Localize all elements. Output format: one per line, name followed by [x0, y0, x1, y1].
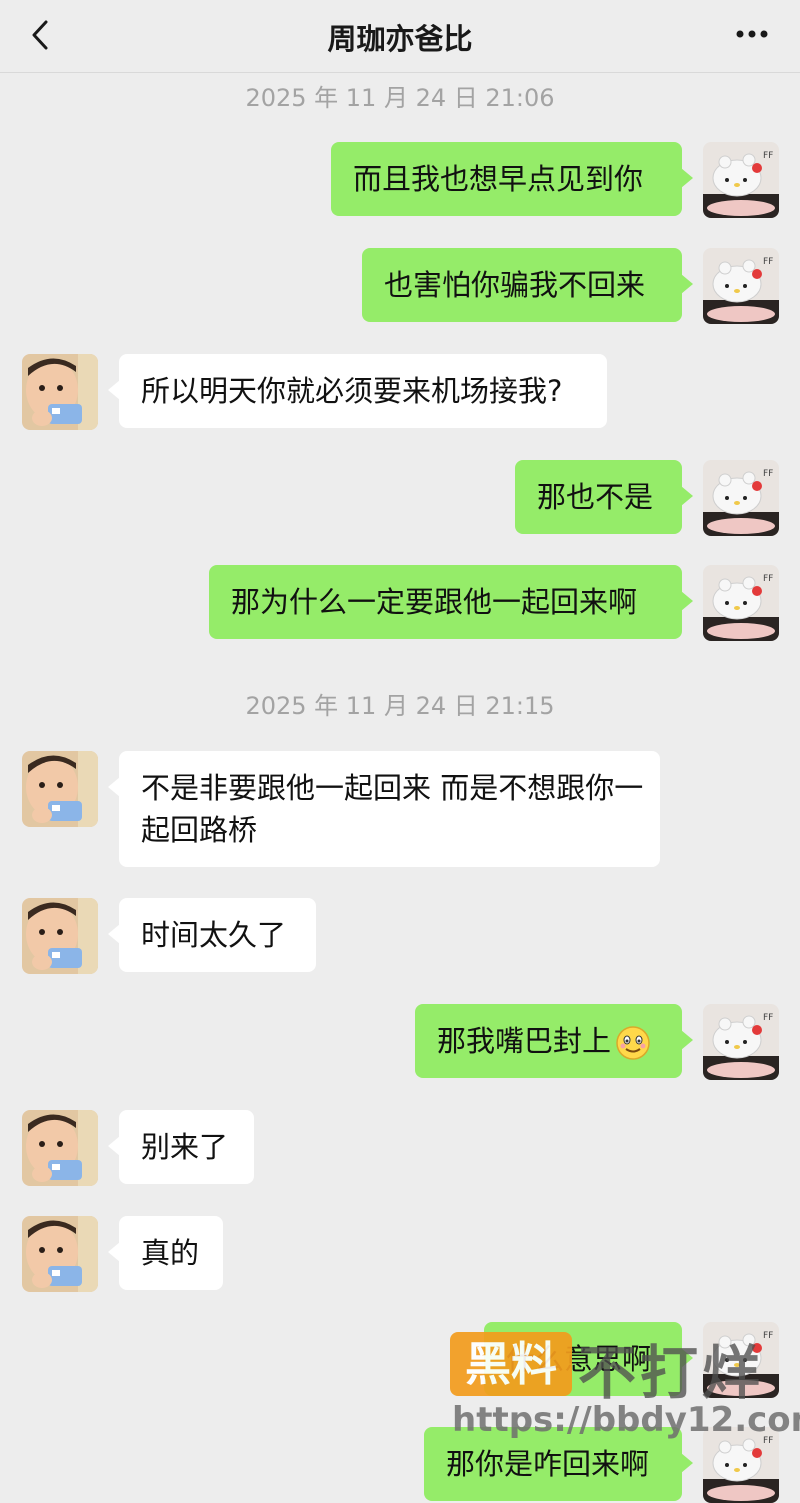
message-bubble-received[interactable]: 真的: [108, 1216, 223, 1290]
more-options-icon[interactable]: [732, 22, 772, 46]
contact-avatar[interactable]: [22, 1216, 98, 1292]
message-bubble-received[interactable]: 不是非要跟他一起回来 而是不想跟你一起回路桥: [108, 751, 660, 867]
watermark-url: https://bbdy12.com: [452, 1400, 800, 1440]
message-text: 那也不是: [537, 480, 654, 514]
my-avatar[interactable]: [703, 1004, 779, 1080]
message-bubble-sent[interactable]: 而且我也想早点见到你: [331, 142, 693, 216]
contact-avatar[interactable]: [22, 898, 98, 974]
my-avatar[interactable]: [703, 460, 779, 536]
my-avatar[interactable]: [703, 248, 779, 324]
watermark-logo: 黑料: [450, 1332, 572, 1396]
message-text: 而且我也想早点见到你: [353, 162, 644, 196]
chat-header: 周珈亦爸比: [0, 0, 800, 73]
contact-avatar[interactable]: [22, 1110, 98, 1186]
message-bubble-sent[interactable]: 那为什么一定要跟他一起回来啊: [209, 565, 693, 639]
message-text: 别来了: [141, 1130, 229, 1164]
message-text: 也害怕你骗我不回来: [384, 268, 646, 302]
message-text: 所以明天你就必须要来机场接我?: [141, 374, 563, 408]
message-bubble-received[interactable]: 所以明天你就必须要来机场接我?: [108, 354, 607, 428]
message-bubble-sent[interactable]: 那我嘴巴封上: [415, 1004, 693, 1078]
my-avatar[interactable]: [703, 565, 779, 641]
timestamp: 2025 年 11 月 24 日 21:15: [245, 692, 555, 720]
watermark-text: 不打烊: [578, 1339, 765, 1407]
smile-emoji-icon: [616, 1026, 650, 1060]
my-avatar[interactable]: [703, 142, 779, 218]
message-bubble-received[interactable]: 时间太久了: [108, 898, 316, 972]
contact-avatar[interactable]: [22, 751, 98, 827]
message-bubble-sent[interactable]: 那也不是: [515, 460, 693, 534]
timestamp: 2025 年 11 月 24 日 21:06: [245, 84, 555, 112]
message-bubble-sent[interactable]: 也害怕你骗我不回来: [362, 248, 693, 322]
message-text: 时间太久了: [141, 918, 287, 952]
message-text: 真的: [141, 1236, 200, 1270]
contact-avatar[interactable]: [22, 354, 98, 430]
message-text: 不是非要跟他一起回来 而是不想跟你一起回路桥: [141, 771, 644, 847]
message-bubble-received[interactable]: 别来了: [108, 1110, 254, 1184]
message-text: 那为什么一定要跟他一起回来啊: [231, 585, 638, 619]
message-text: 那我嘴巴封上: [437, 1024, 612, 1058]
chat-title: 周珈亦爸比: [327, 22, 473, 56]
